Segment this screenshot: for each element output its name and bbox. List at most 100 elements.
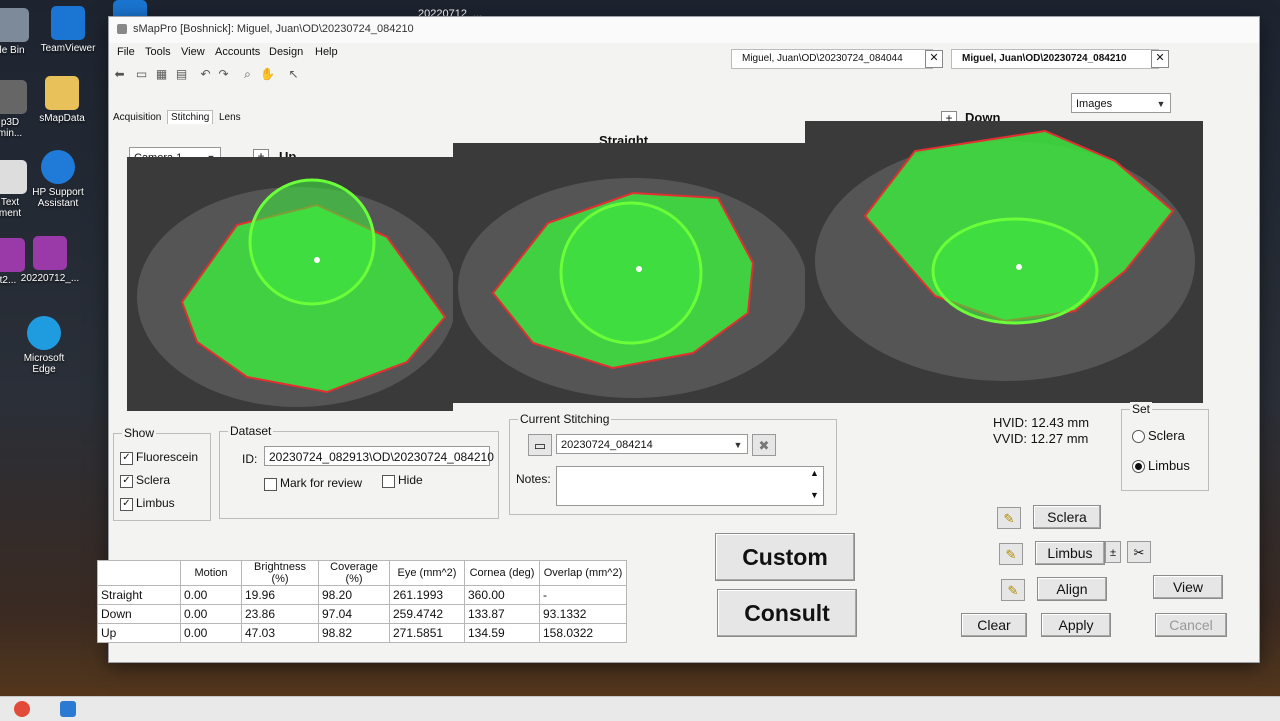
table-cell: 271.5851 — [389, 623, 465, 643]
set-limbus-label: Limbus — [1148, 458, 1190, 473]
app-logo-icon — [117, 24, 127, 34]
window-title: sMapPro [Boshnick]: Miguel, Juan\OD\2023… — [133, 23, 414, 35]
images-select[interactable]: Images ▼ — [1071, 93, 1171, 113]
set-limbus-radio[interactable] — [1132, 460, 1145, 473]
stitching-select[interactable]: 20230724_084214 ▼ — [556, 434, 748, 454]
cancel-button[interactable]: Cancel — [1155, 613, 1227, 637]
hide-checkbox[interactable] — [382, 475, 395, 488]
table-cell: 133.87 — [464, 604, 540, 624]
undo-icon[interactable]: ↶ — [197, 66, 214, 83]
view-button[interactable]: View — [1153, 575, 1223, 599]
back-icon[interactable]: ⬅ — [111, 66, 128, 83]
menu-accounts[interactable]: Accounts — [215, 46, 260, 58]
tab-acquisition[interactable]: Acquisition — [113, 112, 161, 123]
menu-design[interactable]: Design — [269, 46, 303, 58]
new-stitching-icon[interactable]: ▭ — [528, 434, 552, 456]
limbus-checkbox[interactable]: ✓ — [120, 498, 133, 511]
table-cell: 261.1993 — [389, 585, 465, 605]
eye-straight-overlay — [453, 143, 805, 403]
limbus-plusminus-button[interactable]: ± — [1105, 541, 1121, 563]
limbus-button[interactable]: Limbus — [1035, 541, 1105, 565]
table-header: Cornea (deg) — [464, 560, 540, 586]
table-cell: 98.20 — [318, 585, 390, 605]
fluorescein-label: Fluorescein — [136, 450, 199, 464]
layers-icon[interactable]: ▤ — [173, 66, 190, 83]
menu-help[interactable]: Help — [315, 46, 338, 58]
set-sclera-radio[interactable] — [1132, 430, 1145, 443]
custom-button[interactable]: Custom — [715, 533, 855, 581]
clear-button[interactable]: Clear — [961, 613, 1027, 637]
limbus-brush-icon[interactable]: ✎ — [999, 543, 1023, 565]
table-header — [97, 560, 181, 586]
vvid-readout: VVID: 12.27 mm — [993, 431, 1089, 446]
notes-field[interactable] — [556, 466, 824, 506]
set-group-title: Set — [1130, 402, 1153, 416]
title-bar: sMapPro [Boshnick]: Miguel, Juan\OD\2023… — [109, 17, 1259, 43]
eye-down-overlay — [805, 121, 1203, 403]
table-cell: 19.96 — [241, 585, 319, 605]
mark-for-review-checkbox[interactable] — [264, 478, 277, 491]
table-header: Coverage (%) — [318, 560, 390, 586]
hide-label: Hide — [398, 473, 423, 487]
eye-image-straight[interactable] — [453, 143, 805, 403]
desktop-icon-teamviewer[interactable]: TeamViewer — [36, 6, 100, 54]
show-group: Show ✓ Fluorescein ✓ Sclera ✓ Limbus — [113, 426, 211, 521]
pan-hand-icon[interactable]: ✋ — [259, 66, 276, 83]
menu-file[interactable]: File — [117, 46, 135, 58]
table-header: Overlap (mm^2) — [539, 560, 627, 586]
hvid-readout: HVID: 12.43 mm — [993, 415, 1090, 430]
cornea-region — [248, 178, 376, 306]
open-folder-icon[interactable]: ▭ — [133, 66, 150, 83]
show-group-title: Show — [122, 426, 157, 440]
menu-tools[interactable]: Tools — [145, 46, 171, 58]
apply-button[interactable]: Apply — [1041, 613, 1111, 637]
app-taskbar-icon[interactable] — [60, 701, 76, 717]
sclera-brush-icon[interactable]: ✎ — [997, 507, 1021, 529]
mark-for-review-label: Mark for review — [280, 476, 363, 490]
grid-icon[interactable]: ▦ — [153, 66, 170, 83]
align-brush-icon[interactable]: ✎ — [1001, 579, 1025, 601]
toolbar: ⬅ ▭ ▦ ▤ ↶ ↷ ⌕ ✋ ↖ — [109, 63, 1259, 87]
tab-lens[interactable]: Lens — [219, 112, 241, 123]
dataset-id-label: ID: — [242, 452, 258, 466]
fluorescein-checkbox[interactable]: ✓ — [120, 452, 133, 465]
cornea-region — [559, 201, 703, 345]
dataset-id-field[interactable]: 20230724_082913\OD\20230724_084210 — [264, 446, 494, 466]
notes-label: Notes: — [516, 472, 551, 486]
set-group: Set Sclera Limbus — [1121, 402, 1209, 491]
delete-stitching-icon[interactable]: ✖ — [752, 434, 776, 456]
table-cell: - — [539, 585, 627, 605]
eye-image-up[interactable] — [127, 157, 453, 411]
zoom-icon[interactable]: ⌕ — [239, 66, 256, 83]
sclera-checkbox[interactable]: ✓ — [120, 475, 133, 488]
notes-scroll-up-icon[interactable]: ▲ — [810, 468, 819, 478]
redo-icon[interactable]: ↷ — [215, 66, 232, 83]
notes-scroll-down-icon[interactable]: ▼ — [810, 490, 819, 500]
chrome-icon[interactable] — [14, 701, 30, 717]
desktop-icon-smapdata[interactable]: sMapData — [30, 76, 94, 124]
tab-stitching[interactable]: Stitching — [167, 110, 214, 124]
table-cell: 259.4742 — [389, 604, 465, 624]
table-header-row: Motion Brightness (%) Coverage (%) Eye (… — [97, 560, 627, 586]
pointer-icon[interactable]: ↖ — [285, 66, 302, 83]
desktop-icon-archive-2[interactable]: 20220712_... — [18, 236, 82, 284]
cornea-region — [931, 217, 1099, 325]
table-cell: 0.00 — [180, 604, 242, 624]
table-cell: 93.1332 — [539, 604, 627, 624]
align-button[interactable]: Align — [1037, 577, 1107, 601]
desktop-icon-hp-support[interactable]: HP Support Assistant — [26, 150, 90, 209]
dataset-group: Dataset ID: 20230724_082913\OD\20230724_… — [219, 424, 499, 519]
table-cell: 360.00 — [464, 585, 540, 605]
desktop-icon-edge[interactable]: Microsoft Edge — [12, 316, 76, 375]
consult-button[interactable]: Consult — [717, 589, 857, 637]
chevron-down-icon: ▼ — [733, 440, 743, 450]
table-row: Up 0.00 47.03 98.82 271.5851 134.59 158.… — [97, 623, 627, 643]
sclera-button[interactable]: Sclera — [1033, 505, 1101, 529]
table-cell: 0.00 — [180, 585, 242, 605]
taskbar — [0, 696, 1280, 721]
table-cell: Down — [97, 604, 181, 624]
scissors-icon[interactable]: ✂ — [1127, 541, 1151, 563]
eye-image-down[interactable] — [805, 121, 1203, 403]
menu-view[interactable]: View — [181, 46, 205, 58]
stitching-group: Current Stitching ▭ 20230724_084214 ▼ ✖ N… — [509, 412, 837, 515]
